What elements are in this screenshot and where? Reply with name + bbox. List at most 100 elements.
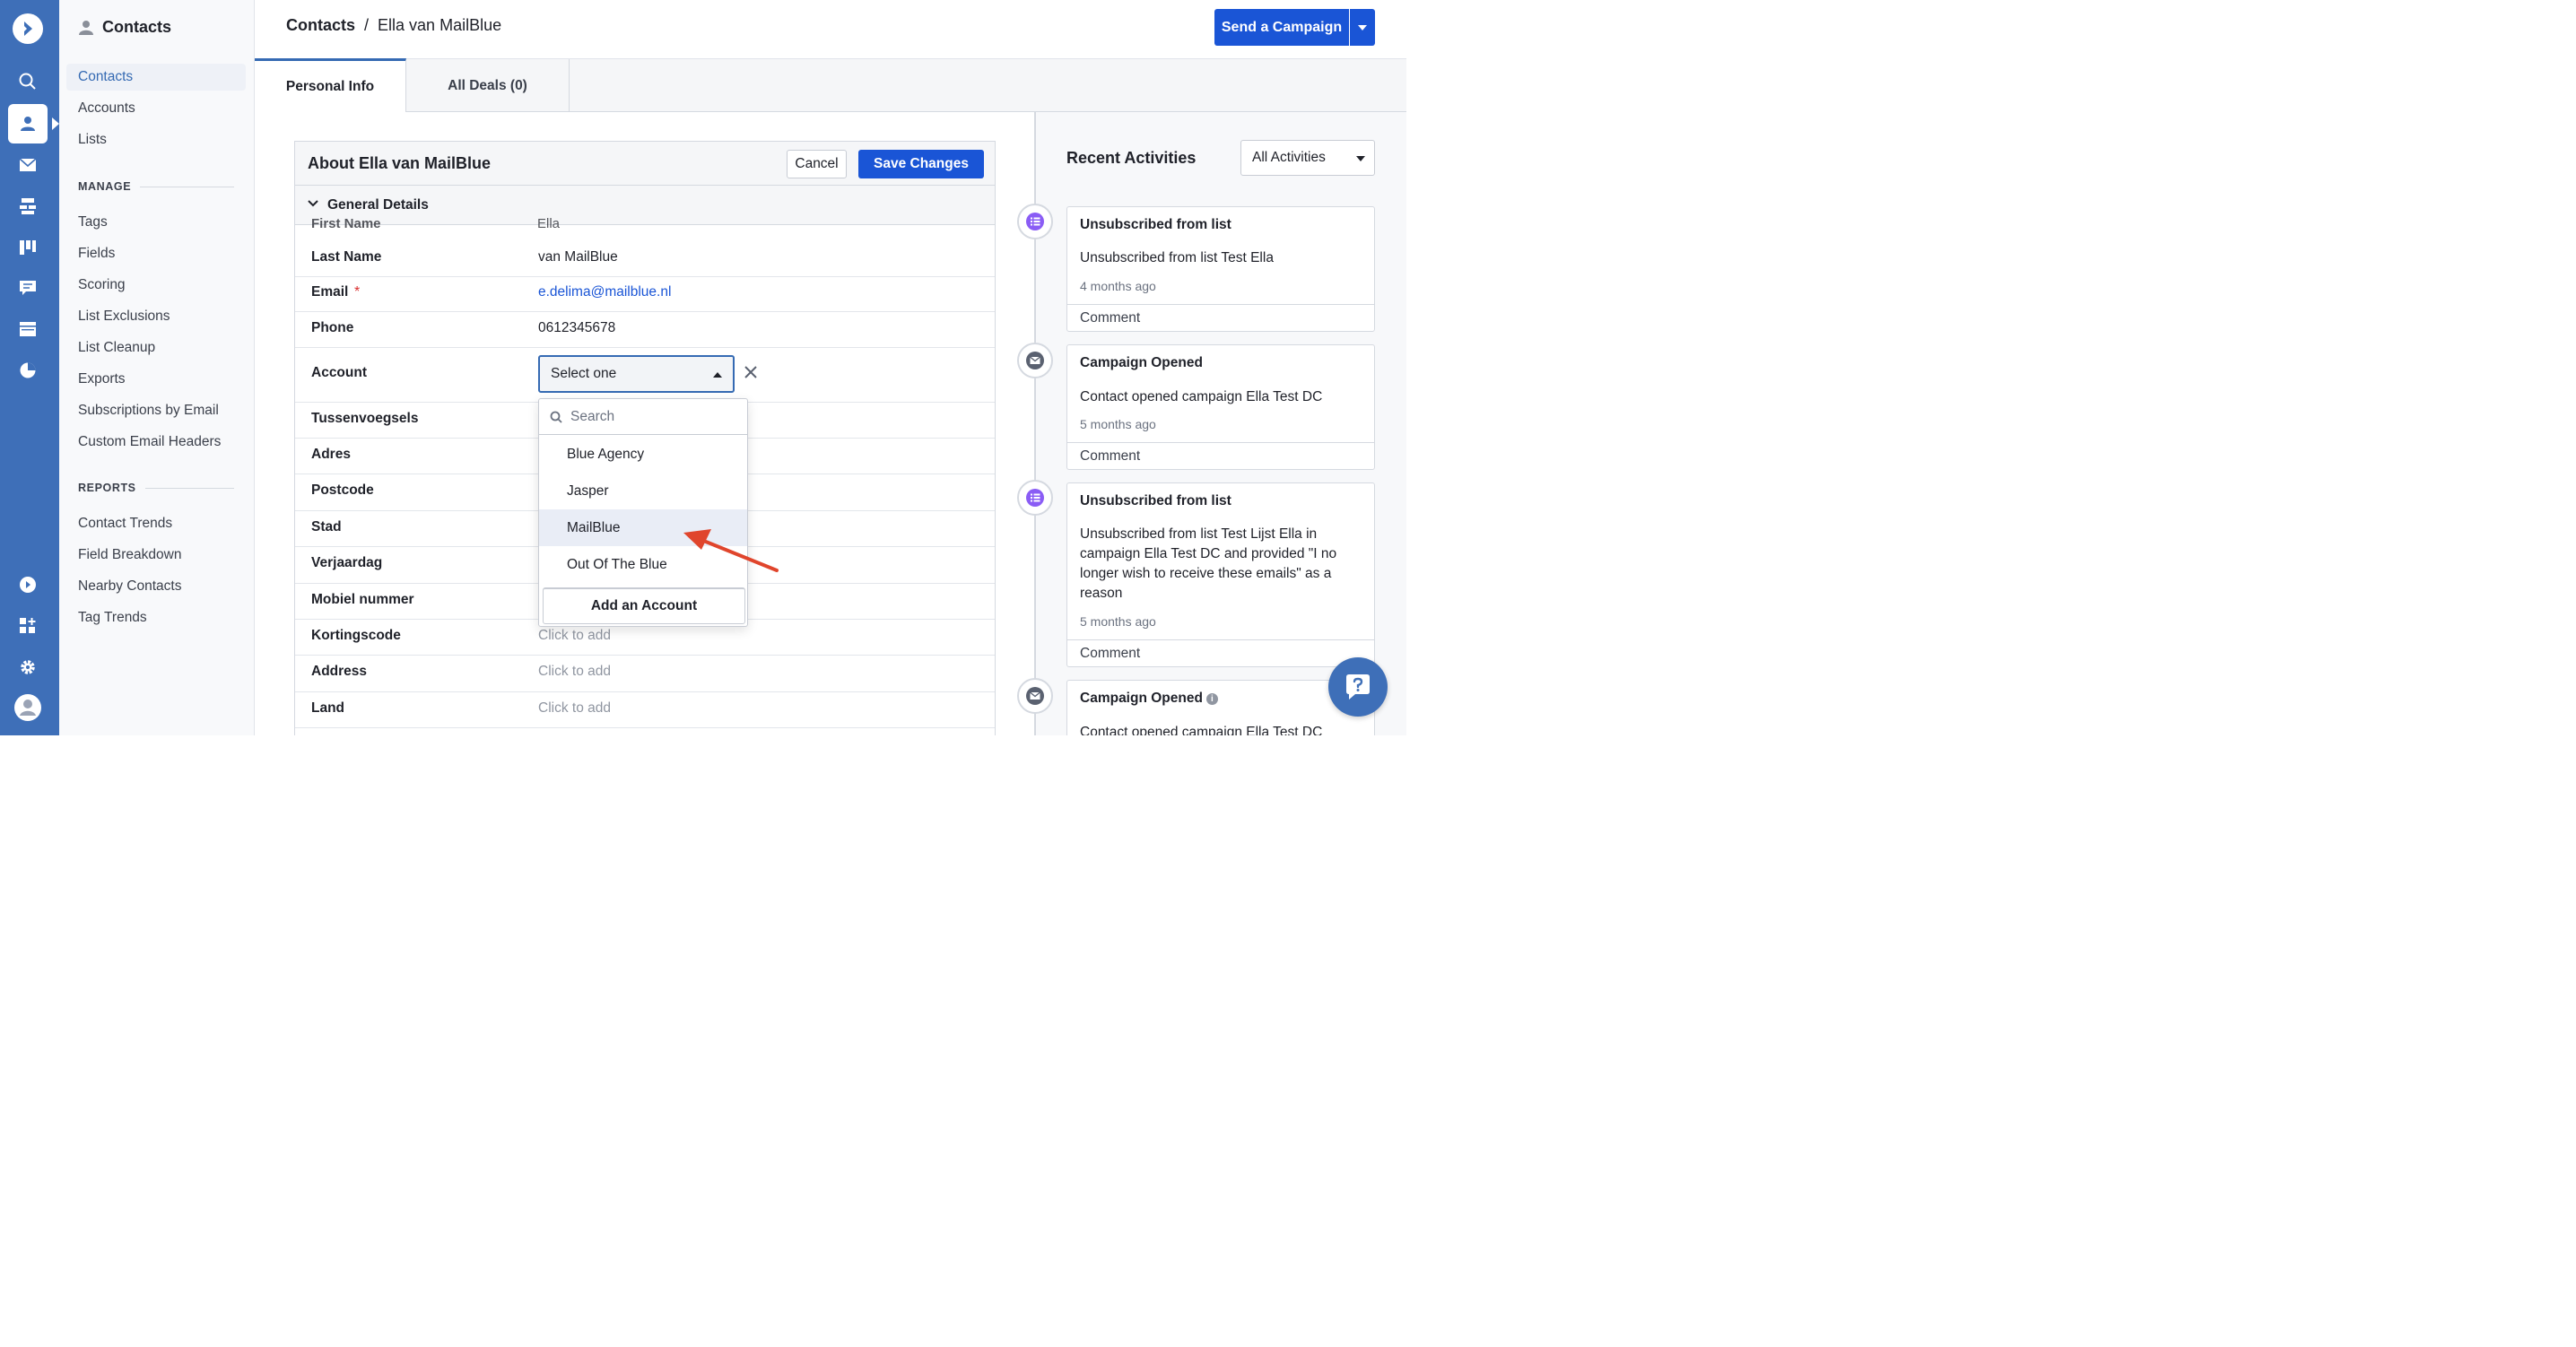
field-label: Postcode xyxy=(311,482,374,498)
field-value[interactable]: van MailBlue xyxy=(538,249,618,265)
activity-title-text: Campaign Opened xyxy=(1080,691,1203,706)
reports-icon[interactable] xyxy=(8,351,48,390)
chevron-down-icon xyxy=(308,200,318,207)
contacts-icon[interactable] xyxy=(8,104,48,143)
click-to-add[interactable]: Click to add xyxy=(538,628,611,644)
click-to-add[interactable]: Click to add xyxy=(538,700,611,717)
sidebar-item-accounts[interactable]: Accounts xyxy=(66,95,246,122)
send-campaign-button[interactable]: Send a Campaign xyxy=(1214,9,1349,46)
automations-icon[interactable] xyxy=(8,187,48,226)
activity-card: Campaign Opened Contact opened campaign … xyxy=(1066,344,1375,470)
field-value[interactable]: 0612345678 xyxy=(538,320,615,336)
field-label: Tussenvoegsels xyxy=(311,411,419,426)
card-header: About Ella van MailBlue Cancel Save Chan… xyxy=(295,142,995,186)
field-label: Verjaardag xyxy=(311,555,383,570)
field-value[interactable]: Ella xyxy=(537,216,560,231)
breadcrumb-root[interactable]: Contacts xyxy=(286,16,355,34)
send-options-button[interactable] xyxy=(1350,9,1375,46)
avatar-icon[interactable] xyxy=(8,688,48,727)
active-indicator xyxy=(52,117,59,130)
field-row: Email * e.delima@mailblue.nl xyxy=(295,276,995,312)
activity-body: Contact opened campaign Ella Test DC xyxy=(1080,725,1323,735)
general-details-header[interactable]: General Details xyxy=(295,186,995,225)
tab-personal-info[interactable]: Personal Info xyxy=(255,58,406,112)
sidebar-item-field-breakdown[interactable]: Field Breakdown xyxy=(66,542,246,569)
save-changes-button[interactable]: Save Changes xyxy=(858,150,984,178)
page-header: Contacts / Ella van MailBlue Send a Campai… xyxy=(255,0,1406,59)
email-opened-icon xyxy=(1017,678,1053,714)
dropdown-option-mailblue[interactable]: MailBlue xyxy=(539,509,747,546)
field-label: Mobiel nummer xyxy=(311,592,414,607)
dropdown-search[interactable]: Search xyxy=(539,399,747,435)
help-chat-button[interactable] xyxy=(1328,657,1388,717)
sidebar-item-list-exclusions[interactable]: List Exclusions xyxy=(66,303,246,330)
logo-icon[interactable] xyxy=(8,9,48,48)
account-select[interactable]: Select one xyxy=(538,355,735,393)
search-placeholder: Search xyxy=(570,409,615,424)
nav-rail xyxy=(0,0,59,735)
activity-time: 5 months ago xyxy=(1080,614,1156,629)
activities-filter-select[interactable]: All Activities xyxy=(1240,140,1375,176)
field-value[interactable]: e.delima@mailblue.nl xyxy=(538,284,671,300)
activecampaign-icon[interactable] xyxy=(8,565,48,604)
sidebar-item-lists[interactable]: Lists xyxy=(66,126,246,153)
field-label: Last Name xyxy=(311,249,382,265)
general-details-title: General Details xyxy=(327,197,429,213)
card-title: About Ella van MailBlue xyxy=(308,154,492,172)
sidebar-item-contact-trends[interactable]: Contact Trends xyxy=(66,510,246,537)
sidebar-item-custom-email-headers[interactable]: Custom Email Headers xyxy=(66,429,246,456)
field-label: Email xyxy=(311,284,349,300)
divider xyxy=(144,487,234,489)
activity-body: Unsubscribed from list Test Lijst Ella i… xyxy=(1080,526,1337,601)
sidebar-item-fields[interactable]: Fields xyxy=(66,240,246,267)
field-label: Land xyxy=(311,700,345,716)
search-icon xyxy=(550,411,562,423)
dropdown-option-jasper[interactable]: Jasper xyxy=(539,473,747,509)
field-label: Kortingscode xyxy=(311,628,401,643)
sidebar-item-nearby-contacts[interactable]: Nearby Contacts xyxy=(66,573,246,600)
email-icon[interactable] xyxy=(8,145,48,185)
sidebar-item-tags[interactable]: Tags xyxy=(66,209,246,236)
activity-body: Contact opened campaign Ella Test DC xyxy=(1080,389,1323,404)
required-marker: * xyxy=(354,284,361,300)
field-row: Land Click to add xyxy=(295,692,995,728)
cancel-button[interactable]: Cancel xyxy=(787,150,847,178)
activity-time: 5 months ago xyxy=(1080,417,1156,431)
manage-heading-label: MANAGE xyxy=(78,180,132,193)
deals-icon[interactable] xyxy=(8,228,48,267)
field-label: First Name xyxy=(311,216,381,231)
person-icon xyxy=(79,20,93,35)
sidebar-item-tag-trends[interactable]: Tag Trends xyxy=(66,604,246,631)
chevron-down-icon xyxy=(1358,24,1367,30)
click-to-add[interactable]: Click to add xyxy=(538,664,611,680)
comment-button[interactable]: Comment xyxy=(1067,442,1374,470)
sidebar-item-subscriptions-by-email[interactable]: Subscriptions by Email xyxy=(66,397,246,424)
sidebar-item-contacts[interactable]: Contacts xyxy=(66,64,246,91)
add-account-button[interactable]: Add an Account xyxy=(543,587,745,624)
activity-title: Campaign Opened xyxy=(1080,355,1203,370)
activity-title: Campaign Opened i xyxy=(1080,691,1218,707)
tab-all-deals[interactable]: All Deals (0) xyxy=(406,59,570,112)
activity-time: 4 months ago xyxy=(1080,279,1156,293)
chevron-up-icon xyxy=(713,372,722,378)
dropdown-option-out-of-the-blue[interactable]: Out Of The Blue xyxy=(539,546,747,583)
chevron-down-icon xyxy=(1356,156,1365,161)
field-row: Address Click to add xyxy=(295,656,995,692)
comment-button[interactable]: Comment xyxy=(1067,639,1374,667)
sidebar-item-scoring[interactable]: Scoring xyxy=(66,272,246,299)
settings-icon[interactable] xyxy=(8,647,48,687)
dropdown-option-blue-agency[interactable]: Blue Agency xyxy=(539,436,747,473)
field-row: Account Select one xyxy=(295,348,995,403)
sidebar-item-list-cleanup[interactable]: List Cleanup xyxy=(66,335,246,361)
apps-icon[interactable] xyxy=(8,606,48,646)
info-icon[interactable]: i xyxy=(1205,693,1218,705)
site-icon[interactable] xyxy=(8,309,48,349)
search-icon[interactable] xyxy=(8,62,48,101)
comment-button[interactable]: Comment xyxy=(1067,304,1374,332)
manage-heading: MANAGE xyxy=(78,180,234,193)
breadcrumb: Contacts / Ella van MailBlue xyxy=(286,16,501,35)
sidebar-title-label: Contacts xyxy=(102,18,172,36)
conversations-icon[interactable] xyxy=(8,268,48,308)
sidebar-item-exports[interactable]: Exports xyxy=(66,366,246,393)
clear-icon[interactable] xyxy=(744,366,757,378)
